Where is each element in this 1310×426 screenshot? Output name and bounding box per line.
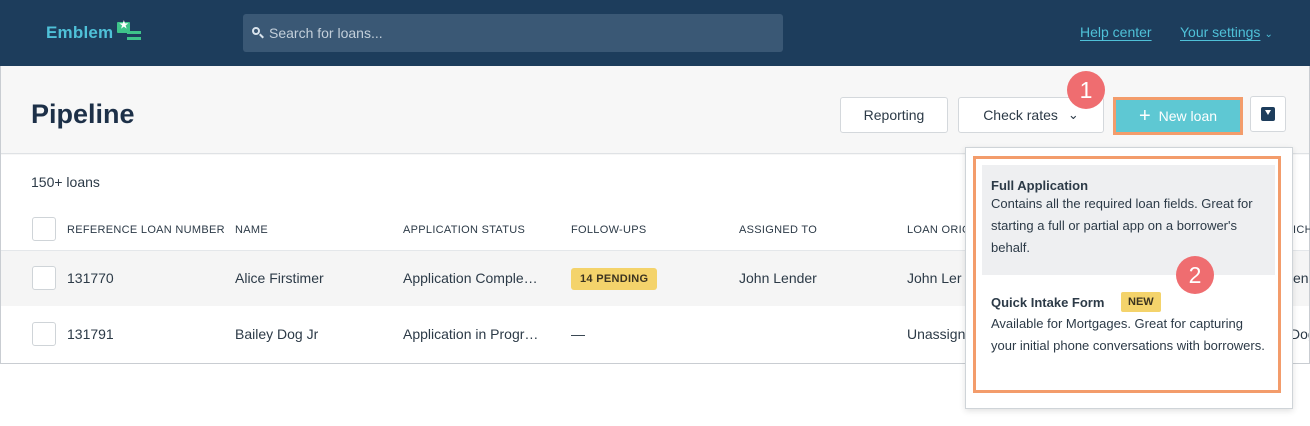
chevron-down-icon: ⌄ <box>1264 29 1273 40</box>
chevron-down-icon: ⌄ <box>1067 107 1079 122</box>
column-header-assigned[interactable]: ASSIGNED TO <box>739 224 817 236</box>
reporting-button[interactable]: Reporting <box>840 97 948 133</box>
search-input[interactable] <box>269 25 769 41</box>
row-checkbox[interactable] <box>32 266 56 290</box>
column-header-followups[interactable]: FOLLOW-UPS <box>571 224 647 236</box>
download-icon <box>1261 107 1275 121</box>
your-settings-label: Your settings <box>1180 24 1261 40</box>
search-bar[interactable] <box>243 14 783 52</box>
column-header-status[interactable]: APPLICATION STATUS <box>403 224 525 236</box>
top-navigation-bar: Emblem ★ Help center Your settings⌄ <box>0 0 1310 66</box>
select-all-checkbox[interactable] <box>32 217 56 241</box>
callout-badge-2: 2 <box>1176 256 1214 294</box>
help-center-link[interactable]: Help center <box>1080 24 1152 40</box>
new-loan-button[interactable]: + New loan <box>1113 97 1243 135</box>
cell-status: Application Comple… <box>403 270 538 286</box>
export-button[interactable] <box>1250 96 1286 132</box>
page-title: Pipeline <box>31 99 135 129</box>
cell-name: Alice Firstimer <box>235 270 324 286</box>
logo-flag-icon: ★ <box>117 20 143 44</box>
highlight-frame <box>973 156 1281 393</box>
cell-followups: — <box>571 326 585 342</box>
cell-originator: Unassign <box>907 326 965 342</box>
column-header-reference[interactable]: REFERENCE LOAN NUMBER <box>67 224 225 236</box>
logo-text: Emblem <box>46 23 114 42</box>
cell-reference: 131770 <box>67 270 114 286</box>
column-header-name[interactable]: NAME <box>235 224 268 236</box>
column-header-truncated: ICH <box>1293 224 1310 236</box>
cell-name: Bailey Dog Jr <box>235 326 319 342</box>
column-header-loan-originator[interactable]: LOAN ORIG <box>907 224 971 236</box>
callout-badge-1: 1 <box>1067 71 1105 109</box>
logo[interactable]: Emblem ★ <box>46 20 143 44</box>
cell-status: Application in Progr… <box>403 326 539 342</box>
plus-icon: + <box>1138 105 1151 127</box>
followups-badge: 14 PENDING <box>571 268 658 290</box>
new-loan-label: New loan <box>1158 108 1218 124</box>
cell-assigned: John Lender <box>739 270 817 286</box>
cell-truncated: end <box>1293 270 1309 286</box>
loan-count: 150+ loans <box>31 174 100 190</box>
your-settings-menu[interactable]: Your settings ⌄ <box>1180 24 1273 40</box>
check-rates-label: Check rates <box>983 107 1058 123</box>
cell-originator: John Ler <box>907 270 962 286</box>
cell-reference: 131791 <box>67 326 114 342</box>
search-icon <box>251 26 265 40</box>
row-checkbox[interactable] <box>32 322 56 346</box>
